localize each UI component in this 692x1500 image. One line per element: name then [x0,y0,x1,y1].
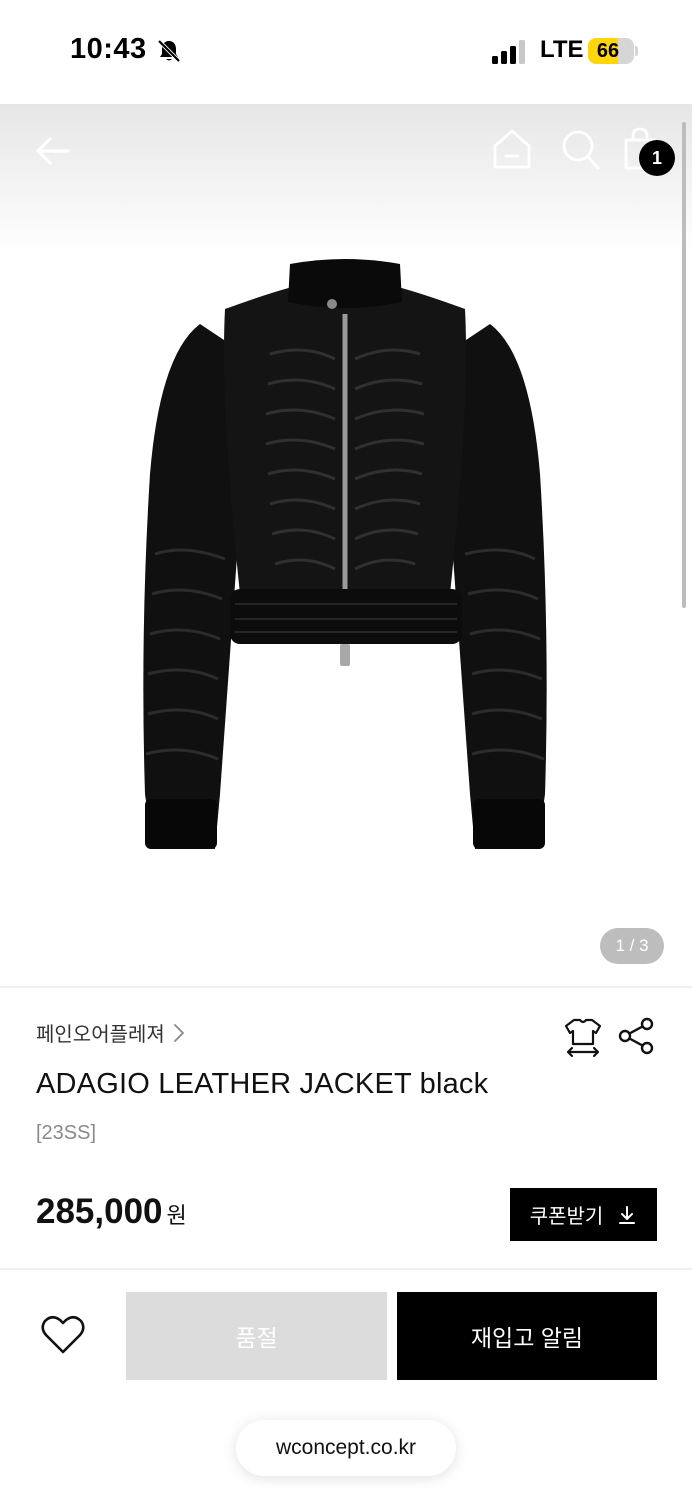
status-time: 10:43 [70,33,147,65]
divider [0,986,692,988]
size-guide-icon[interactable] [562,1016,604,1058]
scroll-indicator [682,122,686,608]
soldout-button[interactable]: 품절 [126,1292,387,1380]
browser-url-bar[interactable]: wconcept.co.kr [236,1420,456,1476]
bell-slash-icon [157,39,181,63]
gallery-page-indicator: 1 / 3 [600,928,664,964]
divider [0,1268,692,1270]
restock-label: 재입고 알림 [470,1325,584,1351]
status-bar: 10:43 LTE 66 [0,0,692,104]
brand-link[interactable]: 페인오어플레져 [36,1018,185,1047]
url-text: wconcept.co.kr [275,1436,417,1459]
product-image[interactable] [130,254,560,854]
product-name: ADAGIO LEATHER JACKET black [36,1068,489,1100]
price-value: 285,000 [36,1192,163,1231]
product-gallery[interactable]: 1 1 / 3 [0,104,692,986]
battery-tip [635,46,638,56]
search-icon[interactable] [558,126,602,172]
battery-level: 66 [596,40,620,62]
download-icon [619,1205,636,1224]
brand-name: 페인오어플레져 [36,1024,165,1046]
back-arrow-icon[interactable] [30,128,76,174]
network-label: LTE [540,36,584,63]
signal-icon [492,40,525,64]
coupon-button[interactable]: 쿠폰받기 [510,1188,657,1241]
share-icon[interactable] [616,1016,656,1056]
price: 285,000 원 [36,1192,187,1232]
restock-alert-button[interactable]: 재입고 알림 [397,1292,657,1380]
price-currency: 원 [166,1203,187,1228]
chevron-right-icon [173,1023,184,1042]
product-season: [23SS] [36,1122,97,1144]
coupon-label: 쿠폰받기 [529,1206,604,1228]
cart-count-badge: 1 [639,140,675,176]
battery-icon: 66 [588,38,634,64]
home-icon[interactable] [490,126,534,172]
soldout-label: 품절 [235,1325,278,1351]
heart-icon[interactable] [38,1312,88,1358]
